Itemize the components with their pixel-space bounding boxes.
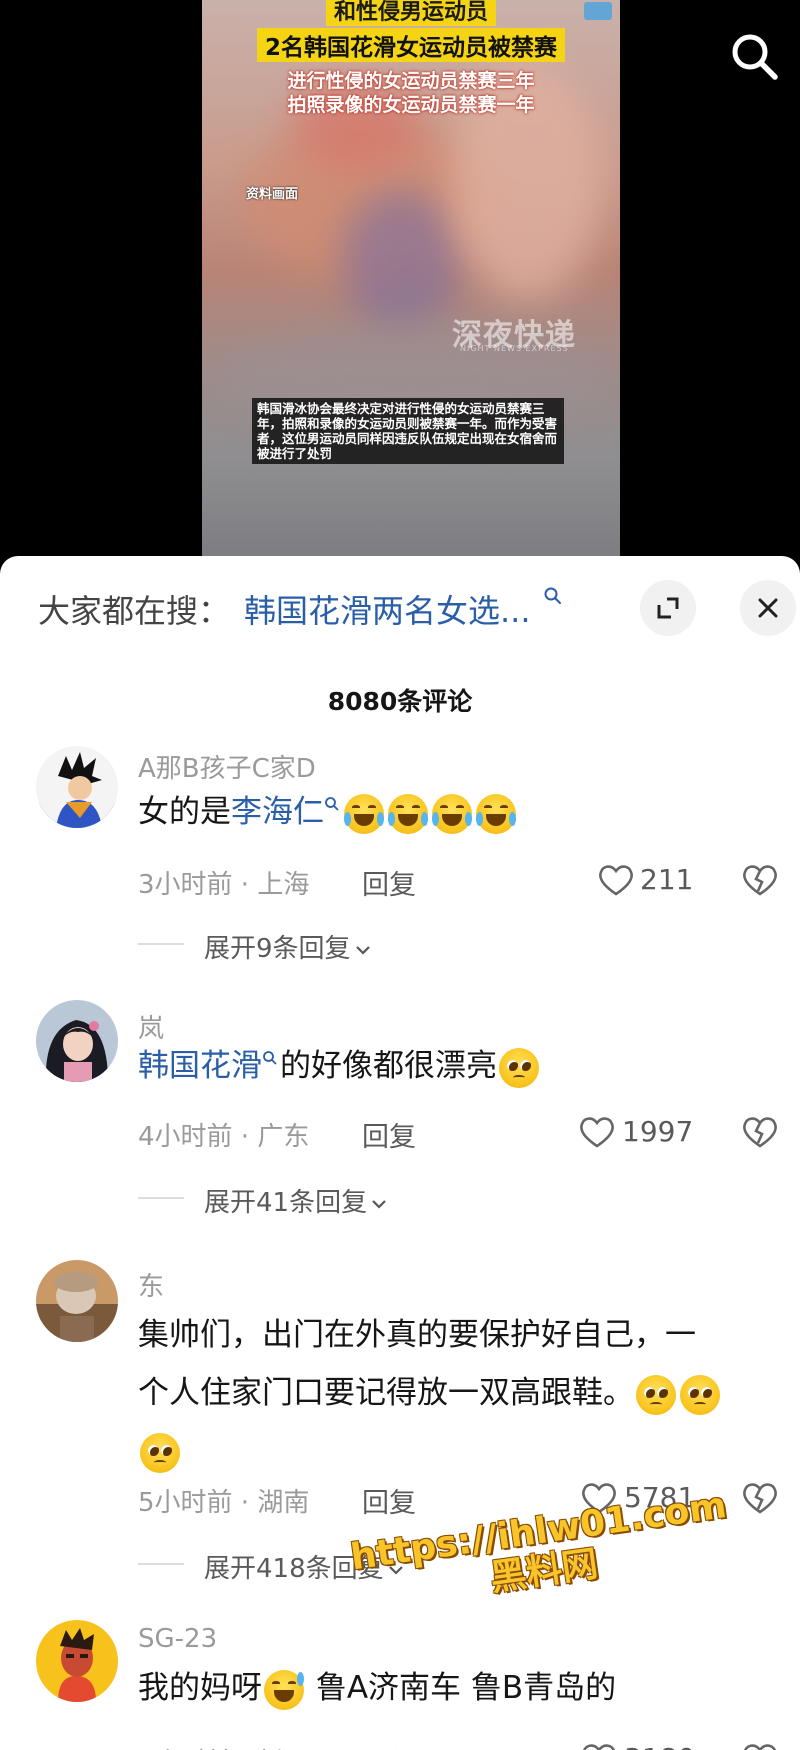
broken-heart-icon[interactable] bbox=[741, 1481, 779, 1515]
chevron-down-icon bbox=[372, 1199, 386, 1209]
comment-text-part: 我的妈呀 bbox=[138, 1670, 262, 1706]
avatar[interactable] bbox=[36, 746, 118, 828]
comment-username[interactable]: SG-23 bbox=[138, 1624, 217, 1654]
pleading-face-emoji-icon bbox=[140, 1432, 180, 1473]
trending-search-prefix: 大家都在搜： bbox=[38, 592, 231, 630]
trending-search-term[interactable]: 韩国花滑两名女选... bbox=[244, 586, 531, 632]
laugh-cry-emoji-icon bbox=[344, 793, 384, 834]
avatar-image bbox=[36, 746, 118, 828]
news-logo-icon bbox=[584, 2, 612, 20]
comment-count: 8080条评论 bbox=[327, 687, 473, 716]
comment-text-part: 鲁A济南车 鲁B青岛的 bbox=[306, 1670, 617, 1706]
avatar[interactable] bbox=[36, 1000, 118, 1082]
broken-heart-icon[interactable] bbox=[741, 1742, 779, 1750]
reply-button[interactable]: 回复 bbox=[362, 1481, 416, 1520]
video-caption: 韩国滑冰协会最终决定对进行性侵的女运动员禁赛三年，拍照和录像的女运动员则被禁赛一… bbox=[252, 398, 564, 464]
comment-username[interactable]: A那B孩子C家D bbox=[138, 748, 316, 785]
video-subtitle-2: 拍照录像的女运动员禁赛一年 bbox=[287, 94, 535, 116]
avatar-image bbox=[36, 1000, 118, 1082]
video-subtitle-1: 进行性侵的女运动员禁赛三年 bbox=[287, 70, 535, 92]
comment-item: SG-23 我的妈呀 鲁A济南车 鲁B青岛的 5小时前 · 新疆 回复 3180 bbox=[0, 1620, 800, 1750]
comment-time-location: 5小时前 · 新疆 bbox=[138, 1742, 309, 1750]
archive-footage-label: 资料画面 bbox=[246, 187, 299, 202]
expand-replies-button[interactable]: 展开9条回复 bbox=[138, 928, 371, 965]
grinning-sweat-emoji-icon bbox=[264, 1669, 304, 1710]
search-small-icon bbox=[263, 1051, 277, 1065]
close-icon bbox=[758, 598, 778, 618]
comment-text-part: 的好像都很漂亮 bbox=[280, 1048, 497, 1084]
comment-text-line: 个人住家门口要记得放一双高跟鞋。 bbox=[138, 1375, 634, 1411]
avatar[interactable] bbox=[36, 1620, 118, 1702]
video-headline-1: 和性侵男运动员 bbox=[202, 0, 620, 26]
divider bbox=[138, 1197, 184, 1199]
broken-heart-icon[interactable] bbox=[741, 1115, 779, 1149]
divider bbox=[138, 943, 184, 945]
comment-text: 女的是李海仁 bbox=[138, 788, 768, 836]
comment-text-part: 女的是 bbox=[138, 794, 231, 830]
pleading-face-emoji-icon bbox=[636, 1374, 676, 1415]
expand-button[interactable] bbox=[640, 580, 696, 636]
close-button[interactable] bbox=[740, 580, 796, 636]
search-small-icon bbox=[544, 587, 561, 604]
comment-time-location: 4小时前 · 广东 bbox=[138, 1122, 310, 1152]
comment-link[interactable]: 李海仁 bbox=[231, 794, 324, 830]
search-small-icon bbox=[325, 797, 339, 811]
like-count: 211 bbox=[640, 863, 694, 896]
comment-username[interactable]: 岚 bbox=[138, 1008, 164, 1045]
avatar-image bbox=[36, 1260, 118, 1342]
search-icon[interactable] bbox=[728, 30, 780, 82]
comment-text: 我的妈呀 鲁A济南车 鲁B青岛的 bbox=[138, 1664, 768, 1712]
comment-username[interactable]: 东 bbox=[138, 1266, 164, 1303]
expand-replies-button[interactable]: 展开41条回复 bbox=[138, 1182, 387, 1219]
video-watermark-sub: NIGHT NEWS EXPRESS bbox=[460, 344, 569, 353]
pleading-face-emoji-icon bbox=[499, 1047, 539, 1088]
avatar[interactable] bbox=[36, 1260, 118, 1342]
video-blur bbox=[342, 190, 462, 330]
like-count: 3180 bbox=[624, 1742, 695, 1750]
video-player[interactable]: 和性侵男运动员 2名韩国花滑女运动员被禁赛 进行性侵的女运动员禁赛三年 拍照录像… bbox=[0, 0, 800, 560]
laugh-cry-emoji-icon bbox=[388, 793, 428, 834]
broken-heart-icon[interactable] bbox=[741, 863, 779, 897]
video-headline-2: 2名韩国花滑女运动员被禁赛 bbox=[202, 28, 620, 62]
chevron-down-icon bbox=[355, 945, 370, 955]
comment-item: 岚 韩国花滑 的好像都很漂亮 4小时前 · 广东 回复 1997 展开41条回复 bbox=[0, 1000, 800, 1218]
divider bbox=[138, 1563, 184, 1565]
heart-icon[interactable] bbox=[580, 1742, 618, 1750]
comment-time-location: 5小时前 · 湖南 bbox=[138, 1488, 310, 1518]
reply-button[interactable]: 回复 bbox=[362, 1115, 416, 1154]
video-frame[interactable]: 和性侵男运动员 2名韩国花滑女运动员被禁赛 进行性侵的女运动员禁赛三年 拍照录像… bbox=[202, 0, 620, 560]
comment-text: 集帅们，出门在外真的要保护好自己，一 个人住家门口要记得放一双高跟鞋。 bbox=[138, 1306, 768, 1480]
pleading-face-emoji-icon bbox=[680, 1374, 720, 1415]
trending-search-bar[interactable]: 大家都在搜： 韩国花滑两名女选... bbox=[0, 556, 800, 656]
heart-icon[interactable] bbox=[578, 1115, 616, 1149]
laugh-cry-emoji-icon bbox=[432, 793, 472, 834]
comment-text-line: 集帅们，出门在外真的要保护好自己，一 bbox=[138, 1317, 696, 1353]
like-count: 1997 bbox=[622, 1115, 694, 1148]
reply-button[interactable]: 回复 bbox=[362, 863, 416, 902]
comment-time-location: 3小时前 · 上海 bbox=[138, 870, 310, 900]
heart-icon[interactable] bbox=[597, 863, 635, 897]
expand-icon bbox=[657, 597, 679, 619]
avatar-image bbox=[36, 1620, 118, 1702]
reply-button[interactable]: 回复 bbox=[362, 1742, 416, 1750]
comment-item: A那B孩子C家D 女的是李海仁 3小时前 · 上海 回复 211 展开9条回复 bbox=[0, 746, 800, 964]
expand-replies-label: 展开41条回复 bbox=[204, 1188, 368, 1218]
comment-text: 韩国花滑 的好像都很漂亮 bbox=[138, 1042, 768, 1090]
laugh-cry-emoji-icon bbox=[476, 793, 516, 834]
comment-link[interactable]: 韩国花滑 bbox=[138, 1048, 262, 1084]
expand-replies-label: 展开9条回复 bbox=[204, 934, 351, 964]
